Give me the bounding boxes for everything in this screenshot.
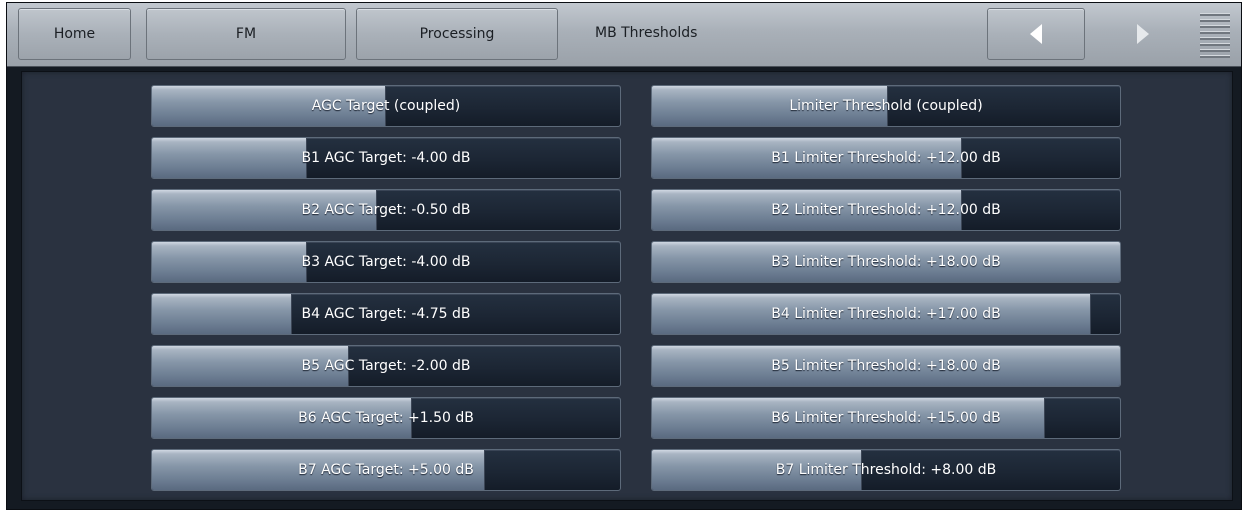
button-label: Limiter Threshold (coupled) bbox=[789, 98, 983, 114]
menu-icon[interactable] bbox=[1200, 13, 1230, 58]
b6-limiter-threshold-button[interactable]: B6 Limiter Threshold: +15.00 dB bbox=[651, 397, 1121, 439]
button-label: B7 AGC Target: +5.00 dB bbox=[298, 462, 474, 478]
b5-limiter-threshold-button[interactable]: B5 Limiter Threshold: +18.00 dB bbox=[651, 345, 1121, 387]
button-label: B3 AGC Target: -4.00 dB bbox=[301, 254, 471, 270]
thresholds-panel: AGC Target (coupled) B1 AGC Target: -4.0… bbox=[21, 71, 1233, 501]
button-label: B4 Limiter Threshold: +17.00 dB bbox=[771, 306, 1001, 322]
button-label: B5 AGC Target: -2.00 dB bbox=[301, 358, 471, 374]
button-label: B4 AGC Target: -4.75 dB bbox=[301, 306, 471, 322]
arrow-left-icon bbox=[1030, 24, 1042, 44]
button-label: B1 Limiter Threshold: +12.00 dB bbox=[771, 150, 1001, 166]
button-label: B7 Limiter Threshold: +8.00 dB bbox=[775, 462, 997, 478]
button-label: B6 AGC Target: +1.50 dB bbox=[298, 410, 474, 426]
b1-limiter-threshold-button[interactable]: B1 Limiter Threshold: +12.00 dB bbox=[651, 137, 1121, 179]
arrow-right-icon bbox=[1136, 24, 1149, 44]
button-label: B2 AGC Target: -0.50 dB bbox=[301, 202, 471, 218]
b3-limiter-threshold-button[interactable]: B3 Limiter Threshold: +18.00 dB bbox=[651, 241, 1121, 283]
button-label: AGC Target (coupled) bbox=[311, 98, 461, 114]
home-button[interactable]: Home bbox=[18, 8, 131, 60]
b3-agc-target-button[interactable]: B3 AGC Target: -4.00 dB bbox=[151, 241, 621, 283]
button-label: B3 Limiter Threshold: +18.00 dB bbox=[771, 254, 1001, 270]
button-label: B6 Limiter Threshold: +15.00 dB bbox=[771, 410, 1001, 426]
previous-page-button[interactable] bbox=[987, 8, 1085, 60]
b4-limiter-threshold-button[interactable]: B4 Limiter Threshold: +17.00 dB bbox=[651, 293, 1121, 335]
processing-button[interactable]: Processing bbox=[356, 8, 558, 60]
b2-agc-target-button[interactable]: B2 AGC Target: -0.50 dB bbox=[151, 189, 621, 231]
b4-agc-target-button[interactable]: B4 AGC Target: -4.75 dB bbox=[151, 293, 621, 335]
agc-target-coupled-button[interactable]: AGC Target (coupled) bbox=[151, 85, 621, 127]
b1-agc-target-button[interactable]: B1 AGC Target: -4.00 dB bbox=[151, 137, 621, 179]
button-label: B5 Limiter Threshold: +18.00 dB bbox=[771, 358, 1001, 374]
next-page-button[interactable] bbox=[1095, 8, 1190, 60]
button-label: B2 Limiter Threshold: +12.00 dB bbox=[771, 202, 1001, 218]
app-frame: Home FM Processing MB Thresholds AGC Tar… bbox=[6, 2, 1242, 510]
top-nav-bar: Home FM Processing MB Thresholds bbox=[7, 3, 1241, 67]
button-label: B1 AGC Target: -4.00 dB bbox=[301, 150, 471, 166]
page-title: MB Thresholds bbox=[595, 25, 698, 41]
b5-agc-target-button[interactable]: B5 AGC Target: -2.00 dB bbox=[151, 345, 621, 387]
b7-agc-target-button[interactable]: B7 AGC Target: +5.00 dB bbox=[151, 449, 621, 491]
b6-agc-target-button[interactable]: B6 AGC Target: +1.50 dB bbox=[151, 397, 621, 439]
b2-limiter-threshold-button[interactable]: B2 Limiter Threshold: +12.00 dB bbox=[651, 189, 1121, 231]
b7-limiter-threshold-button[interactable]: B7 Limiter Threshold: +8.00 dB bbox=[651, 449, 1121, 491]
fm-button[interactable]: FM bbox=[146, 8, 346, 60]
limiter-threshold-coupled-button[interactable]: Limiter Threshold (coupled) bbox=[651, 85, 1121, 127]
